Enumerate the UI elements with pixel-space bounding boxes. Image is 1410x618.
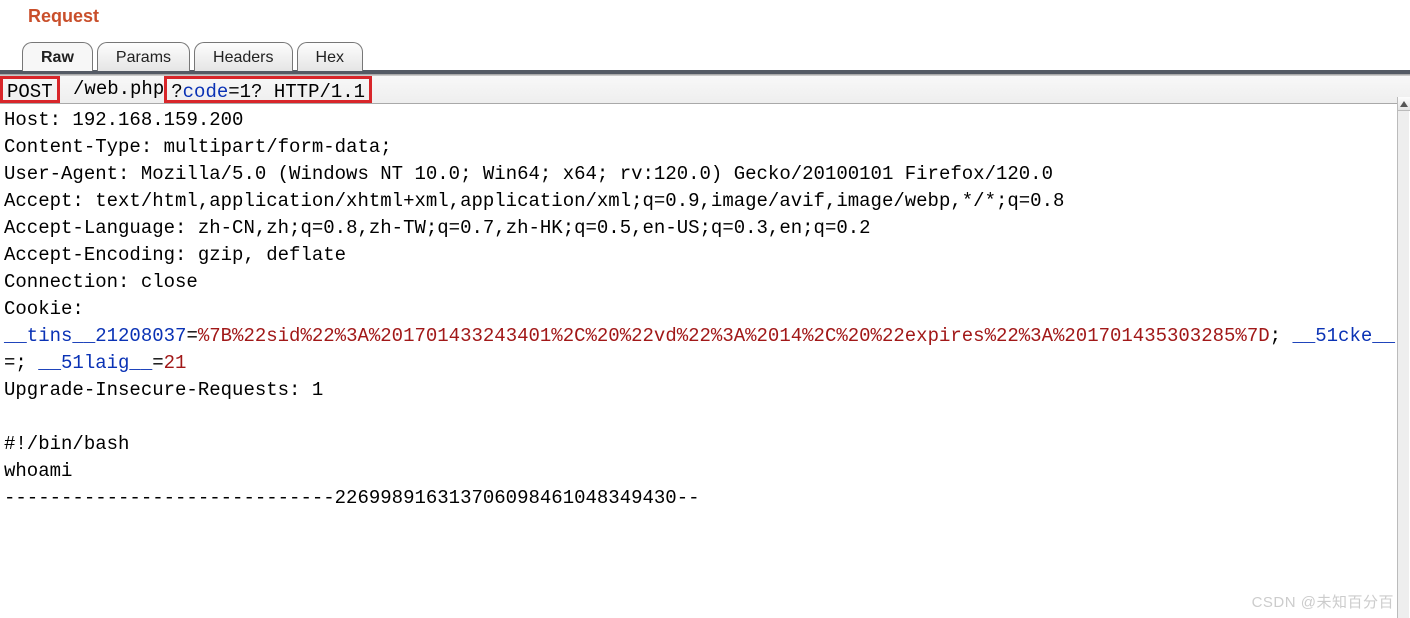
header-value: gzip, deflate (198, 244, 346, 266)
query-param-name: code (183, 79, 229, 100)
body-line: #!/bin/bash (4, 433, 129, 455)
tab-bar: Raw Params Headers Hex (22, 41, 1410, 70)
http-version: HTTP/1.1 (262, 79, 365, 100)
cookie-sep: ; (15, 352, 38, 374)
header-value: 1 (312, 379, 323, 401)
body-line: -----------------------------22699891631… (4, 487, 700, 509)
cookie-equals: = (152, 352, 163, 374)
header-value: text/html,application/xhtml+xml,applicat… (95, 190, 1064, 212)
panel-title: Request (0, 0, 1410, 27)
tab-headers[interactable]: Headers (194, 42, 292, 71)
cookie-name: __tins__21208037 (4, 325, 186, 347)
cookie-name: __51laig__ (38, 352, 152, 374)
body-line: whoami (4, 460, 72, 482)
header-name: Connection: (4, 271, 141, 293)
tab-raw[interactable]: Raw (22, 42, 93, 71)
header-name: Host: (4, 109, 72, 131)
header-value: zh-CN,zh;q=0.8,zh-TW;q=0.7,zh-HK;q=0.5,e… (198, 217, 871, 239)
header-name: Accept: (4, 190, 95, 212)
request-body-editor[interactable]: Host: 192.168.159.200 Content-Type: mult… (0, 104, 1410, 512)
scrollbar[interactable] (1397, 97, 1409, 618)
header-name: Accept-Language: (4, 217, 198, 239)
request-line[interactable]: POST /web.php?code=1? HTTP/1.1 (0, 75, 1410, 104)
cookie-equals: = (186, 325, 197, 347)
scroll-up-icon[interactable] (1398, 97, 1410, 111)
cookie-equals: = (4, 352, 15, 374)
header-name: Upgrade-Insecure-Requests: (4, 379, 312, 401)
header-value: Mozilla/5.0 (Windows NT 10.0; Win64; x64… (141, 163, 1053, 185)
cookie-name: __51cke__ (1292, 325, 1395, 347)
http-method-highlight: POST (0, 76, 60, 103)
header-value: 192.168.159.200 (72, 109, 243, 131)
header-value: close (141, 271, 198, 293)
cookie-label: Cookie: (4, 298, 84, 320)
query-prefix: ? (171, 79, 182, 100)
tab-hex[interactable]: Hex (297, 42, 363, 71)
tab-params[interactable]: Params (97, 42, 190, 71)
cookie-value: 21 (164, 352, 187, 374)
header-name: Content-Type: (4, 136, 164, 158)
header-name: User-Agent: (4, 163, 141, 185)
header-value: multipart/form-data; (164, 136, 392, 158)
cookie-value: %7B%22sid%22%3A%201701433243401%2C%20%22… (198, 325, 1270, 347)
request-path: /web.php (60, 76, 165, 103)
query-equals: = (228, 79, 239, 100)
header-name: Accept-Encoding: (4, 244, 198, 266)
watermark: CSDN @未知百分百 (1252, 591, 1394, 612)
query-param-value: 1? (240, 79, 263, 100)
cookie-sep: ; (1270, 325, 1293, 347)
query-highlight: ?code=1? HTTP/1.1 (164, 76, 372, 103)
